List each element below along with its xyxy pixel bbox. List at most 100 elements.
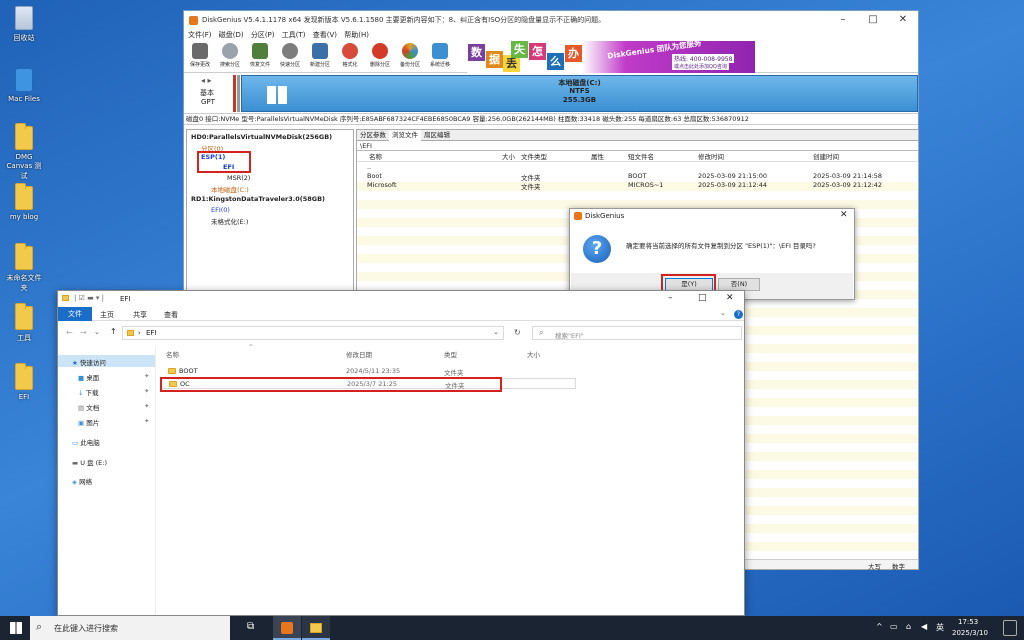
col-date[interactable]: 修改日期 bbox=[346, 349, 372, 359]
col-attr[interactable]: 属性 bbox=[591, 151, 604, 161]
minimize-button[interactable]: – bbox=[668, 293, 673, 303]
tree-disk1[interactable]: RD1:KingstonDataTraveler3.0(58GB) bbox=[191, 195, 325, 203]
tab-browse-files[interactable]: 浏览文件 bbox=[389, 130, 421, 141]
file-row[interactable]: .. bbox=[357, 163, 918, 172]
col-ctime[interactable]: 创建时间 bbox=[813, 151, 839, 161]
pin-icon[interactable]: ✦ bbox=[144, 387, 149, 395]
tree-local-disk-c[interactable]: 本地磁盘(C:) bbox=[211, 184, 249, 194]
search-input[interactable]: ⌕ 搜索"EFI" bbox=[532, 326, 742, 340]
dialog-title-bar[interactable]: DiskGenius ✕ bbox=[570, 209, 854, 223]
nav-quick-access[interactable]: ★ 快速访问 bbox=[72, 357, 106, 367]
taskbar-diskgenius[interactable] bbox=[273, 616, 301, 640]
desktop-icon-tools[interactable]: 工具 bbox=[4, 303, 44, 343]
ribbon-tab-view[interactable]: 查看 bbox=[164, 310, 178, 320]
clock-date[interactable]: 2025/3/10 bbox=[952, 629, 988, 637]
back-arrow-icon[interactable]: ← bbox=[66, 328, 73, 337]
start-windows-icon[interactable] bbox=[10, 622, 22, 634]
desktop-icon-untitled-folder[interactable]: 未命名文件夹 bbox=[4, 243, 44, 293]
file-row[interactable]: Microsoft 文件夹 MICROS~1 2025-03-09 21:12:… bbox=[357, 181, 918, 191]
col-name[interactable]: 名称 bbox=[369, 151, 382, 161]
desktop-icon-my-blog[interactable]: my blog bbox=[4, 183, 44, 221]
system-migrate-button[interactable]: 系统迁移 bbox=[428, 42, 452, 68]
col-mtime[interactable]: 修改时间 bbox=[698, 151, 724, 161]
col-type[interactable]: 文件类型 bbox=[521, 151, 547, 161]
desktop-icon-dmg-canvas[interactable]: DMG Canvas 测试 bbox=[4, 123, 44, 181]
desktop-icon-efi[interactable]: EFI bbox=[4, 363, 44, 401]
nav-arrows[interactable]: ◂ ▸ bbox=[201, 76, 212, 85]
desktop-icon-recycle-bin[interactable]: 回收站 bbox=[4, 6, 44, 43]
nav-documents[interactable]: ▤ 文档 bbox=[78, 402, 99, 412]
ribbon-tab-home[interactable]: 主页 bbox=[100, 310, 114, 320]
volume-icon[interactable]: ◀ bbox=[921, 622, 927, 631]
file-row[interactable]: Boot 文件夹 BOOT 2025-03-09 21:15:00 2025-0… bbox=[357, 172, 918, 182]
tree-efi0[interactable]: EFI(0) bbox=[211, 206, 230, 214]
menu-partition[interactable]: 分区(P) bbox=[251, 31, 275, 39]
col-size[interactable]: 大小 bbox=[527, 349, 540, 359]
save-changes-button[interactable]: 保存更改 bbox=[188, 42, 212, 68]
ribbon-tab-share[interactable]: 共享 bbox=[133, 310, 147, 320]
forward-arrow-icon[interactable]: → bbox=[80, 328, 87, 337]
menu-disk[interactable]: 磁盘(D) bbox=[219, 31, 244, 39]
refresh-icon[interactable]: ↻ bbox=[514, 328, 521, 337]
chevron-down-icon[interactable]: ⌄ bbox=[720, 309, 726, 317]
tree-msr2[interactable]: MSR(2) bbox=[227, 174, 250, 182]
delete-partition-button[interactable]: 删除分区 bbox=[368, 42, 392, 68]
network-icon[interactable]: ⌂ bbox=[906, 622, 911, 631]
list-item[interactable]: BOOT 2024/5/11 23:35 文件夹 bbox=[160, 366, 740, 377]
taskbar-explorer[interactable] bbox=[302, 616, 330, 640]
search-partition-button[interactable]: 搜索分区 bbox=[218, 42, 242, 68]
nav-network[interactable]: ◈ 网络 bbox=[72, 476, 92, 486]
col-shortname[interactable]: 短文件名 bbox=[628, 151, 654, 161]
nav-this-pc[interactable]: ▭ 此电脑 bbox=[72, 437, 100, 447]
recover-files-button[interactable]: 恢复文件 bbox=[248, 42, 272, 68]
close-button[interactable]: ✕ bbox=[726, 293, 734, 303]
col-type[interactable]: 类型 bbox=[444, 349, 457, 359]
nav-pictures[interactable]: ▣ 图片 bbox=[78, 417, 99, 427]
tray-usb-icon[interactable]: ▭ bbox=[890, 622, 898, 631]
pin-icon[interactable]: ✦ bbox=[144, 372, 149, 380]
tree-disk0[interactable]: HD0:ParallelsVirtualNVMeDisk(256GB) bbox=[191, 133, 332, 141]
task-view-icon[interactable]: ⧉ bbox=[247, 621, 254, 632]
explorer-title-bar[interactable]: | ☑ ▬ ▾ | EFI – □ ✕ bbox=[58, 291, 744, 307]
maximize-button[interactable]: □ bbox=[698, 293, 707, 303]
close-button[interactable]: ✕ bbox=[888, 11, 918, 29]
minimize-button[interactable]: – bbox=[828, 11, 858, 29]
up-arrow-icon[interactable]: ↑ bbox=[110, 327, 117, 336]
tab-partition-params[interactable]: 分区参数 bbox=[357, 130, 389, 141]
address-dropdown-icon[interactable]: ⌄ bbox=[493, 328, 499, 336]
diskgenius-title-bar[interactable]: DiskGenius V5.4.1.1178 x64 发现新版本 V5.6.1.… bbox=[184, 11, 918, 29]
address-bar[interactable]: › EFI ⌄ bbox=[122, 326, 504, 340]
menu-view[interactable]: 查看(V) bbox=[313, 31, 337, 39]
pin-icon[interactable]: ✦ bbox=[144, 402, 149, 410]
backup-partition-button[interactable]: 备份分区 bbox=[398, 42, 422, 68]
desktop-icon-mac-files[interactable]: Mac Files bbox=[4, 68, 44, 103]
tree-unformatted-e[interactable]: 未格式化(E:) bbox=[211, 216, 248, 226]
advertisement-banner[interactable]: 数 据 丢 失 怎 么 办 DiskGenius 团队为您服务 热线: 400-… bbox=[467, 38, 755, 73]
menu-help[interactable]: 帮助(H) bbox=[344, 31, 369, 39]
help-icon[interactable]: ? bbox=[734, 310, 743, 319]
nav-usb-drive[interactable]: ▬ U 盘 (E:) bbox=[72, 457, 107, 467]
recent-dropdown-icon[interactable]: ⌄ bbox=[94, 328, 100, 336]
new-partition-button[interactable]: 新建分区 bbox=[308, 42, 332, 68]
notification-icon[interactable] bbox=[1003, 620, 1017, 636]
taskbar-search-box[interactable]: ⌕ 在此键入进行搜索 bbox=[30, 616, 230, 640]
tab-sector-edit[interactable]: 扇区编辑 bbox=[421, 130, 453, 141]
clock-time[interactable]: 17:53 bbox=[958, 618, 978, 626]
current-path[interactable]: \EFI bbox=[357, 141, 918, 151]
input-language[interactable]: 英 bbox=[936, 622, 944, 633]
quick-access-toolbar[interactable]: | ☑ ▬ ▾ | bbox=[74, 294, 104, 302]
col-size[interactable]: 大小 bbox=[502, 151, 515, 161]
dialog-close-button[interactable]: ✕ bbox=[840, 210, 848, 220]
menu-tools[interactable]: 工具(T) bbox=[282, 31, 306, 39]
nav-downloads[interactable]: ↓ 下载 bbox=[78, 387, 99, 397]
menu-file[interactable]: 文件(F) bbox=[188, 31, 212, 39]
partition-segment-c[interactable]: 本地磁盘(C:) NTFS 255.3GB bbox=[241, 75, 918, 112]
nav-desktop[interactable]: ■ 桌面 bbox=[78, 372, 99, 382]
pin-icon[interactable]: ✦ bbox=[144, 417, 149, 425]
tray-chevron-icon[interactable]: ^ bbox=[876, 622, 883, 631]
ribbon-tab-file[interactable]: 文件 bbox=[58, 307, 92, 321]
partition-segment-msr[interactable] bbox=[237, 75, 240, 112]
maximize-button[interactable]: □ bbox=[858, 11, 888, 29]
col-name[interactable]: 名称 bbox=[166, 349, 179, 359]
quick-partition-button[interactable]: 快速分区 bbox=[278, 42, 302, 68]
